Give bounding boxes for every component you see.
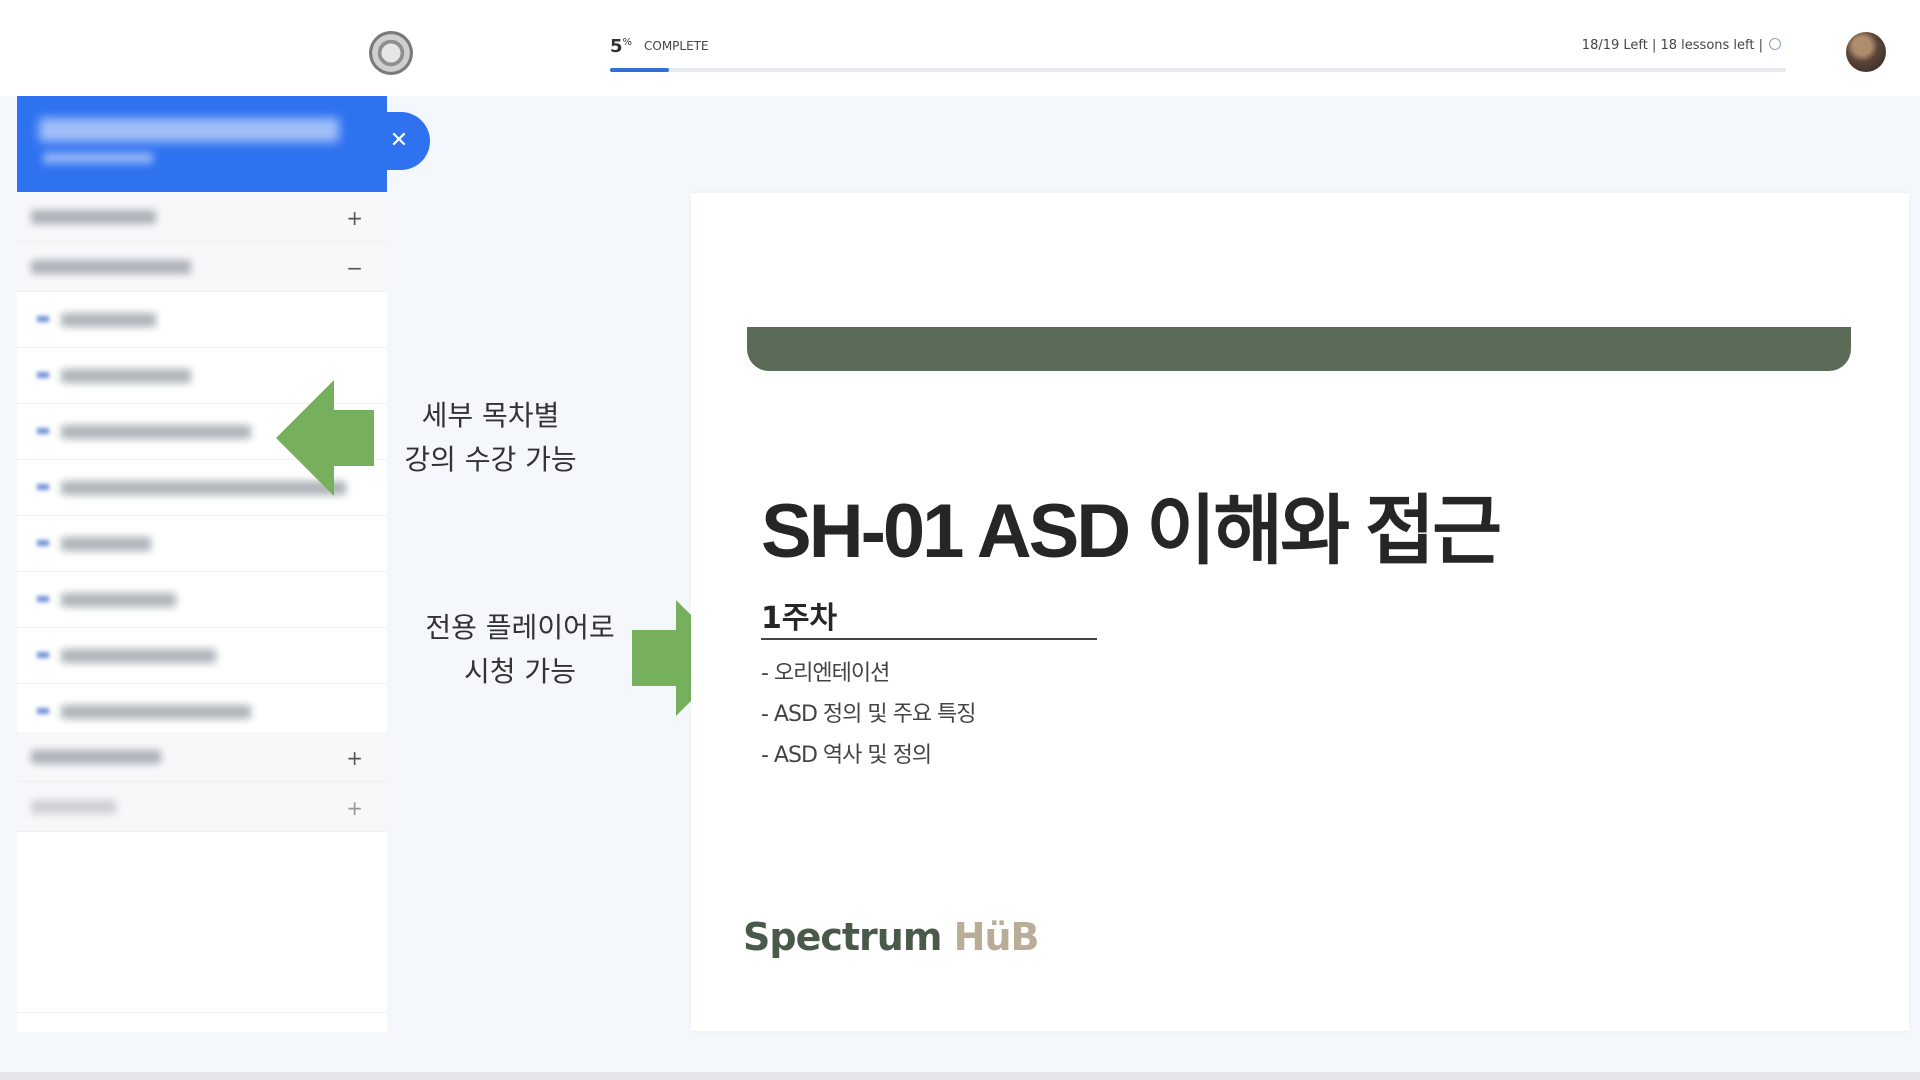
lessons-left-info: 18/19 Left | 18 lessons left |	[1582, 38, 1781, 53]
lesson-item[interactable]	[17, 292, 387, 348]
course-subtitle-blurred	[43, 152, 153, 164]
course-title-blurred	[39, 118, 339, 142]
toc-annotation-line2: 강의 수강 가능	[404, 443, 577, 476]
bottom-strip	[0, 1072, 1920, 1080]
progress-percent-symbol: %	[622, 37, 633, 48]
section-row[interactable]: +	[17, 192, 387, 242]
video-player-slide[interactable]: SH-01 ASD 이해와 접근 1주차 - 오리엔테이션 - ASD 정의 및…	[691, 193, 1909, 1031]
info-icon[interactable]	[1769, 38, 1781, 50]
left-arrow-shape	[276, 380, 374, 496]
slide-topics-list: - 오리엔테이션 - ASD 정의 및 주요 특징 - ASD 역사 및 정의	[761, 653, 977, 776]
section-title-blurred	[31, 750, 161, 764]
player-annotation-line2: 시청 가능	[464, 655, 576, 688]
slide-title: SH-01 ASD 이해와 접근	[761, 489, 1502, 574]
lesson-title-blurred	[61, 313, 156, 327]
section-title-blurred	[31, 210, 156, 224]
lesson-title-blurred	[61, 369, 191, 383]
section-row[interactable]: +	[17, 732, 387, 782]
spectrum-hub-logo: Spectrum HüB	[743, 915, 1040, 959]
lesson-title-blurred	[61, 537, 151, 551]
course-header	[17, 96, 387, 192]
slide-week-label: 1주차	[761, 601, 838, 636]
section-row[interactable]: +	[17, 782, 387, 832]
play-bullet-icon	[37, 708, 49, 714]
slide-header-bar	[747, 327, 1851, 371]
play-bullet-icon	[37, 372, 49, 378]
sidebar-footer	[17, 1012, 387, 1032]
collapse-minus-icon[interactable]: −	[346, 256, 363, 280]
expand-plus-icon[interactable]: +	[346, 206, 363, 230]
left-arrow-icon	[276, 380, 374, 496]
progress-percent: 5%	[610, 36, 632, 57]
app-window: 5% COMPLETE 18/19 Left | 18 lessons left…	[0, 0, 1920, 1080]
play-bullet-icon	[37, 428, 49, 434]
expand-plus-icon[interactable]: +	[346, 746, 363, 770]
close-sidebar-button[interactable]: ✕	[368, 112, 430, 170]
lesson-item[interactable]	[17, 516, 387, 572]
week-underline	[761, 638, 1097, 640]
section-title-blurred	[31, 260, 191, 274]
topic-item: - ASD 정의 및 주요 특징	[761, 702, 977, 727]
player-annotation-line1: 전용 플레이어로	[425, 611, 615, 644]
expand-plus-icon[interactable]: +	[346, 796, 363, 820]
play-bullet-icon	[37, 596, 49, 602]
topic-item: - ASD 역사 및 정의	[761, 743, 932, 768]
play-bullet-icon	[37, 652, 49, 658]
play-bullet-icon	[37, 484, 49, 490]
course-sidebar: + − + +	[17, 96, 387, 1032]
lessons-left-text: 18/19 Left | 18 lessons left |	[1581, 38, 1763, 53]
toc-annotation: 세부 목차별 강의 수강 가능	[388, 394, 593, 482]
progress-bar	[610, 68, 1786, 72]
lesson-title-blurred	[61, 705, 251, 719]
play-bullet-icon	[37, 316, 49, 322]
topic-item: - 오리엔테이션	[761, 661, 890, 686]
progress-complete-label: COMPLETE	[644, 39, 709, 53]
lesson-item[interactable]	[17, 628, 387, 684]
top-bar: 5% COMPLETE 18/19 Left | 18 lessons left…	[0, 0, 1920, 96]
logo-icon[interactable]	[369, 31, 413, 75]
progress-bar-fill	[610, 68, 669, 72]
toc-annotation-line1: 세부 목차별	[421, 399, 560, 432]
brand-part2: HüB	[953, 915, 1040, 959]
lesson-item[interactable]	[17, 572, 387, 628]
lesson-title-blurred	[61, 649, 216, 663]
user-avatar[interactable]	[1846, 32, 1886, 72]
progress-percent-value: 5	[610, 36, 623, 57]
play-bullet-icon	[37, 540, 49, 546]
brand-part1: Spectrum	[743, 915, 942, 959]
lesson-title-blurred	[61, 425, 251, 439]
section-row[interactable]: −	[17, 242, 387, 292]
section-title-blurred	[31, 800, 116, 814]
player-annotation: 전용 플레이어로 시청 가능	[412, 606, 628, 694]
lesson-title-blurred	[61, 593, 176, 607]
